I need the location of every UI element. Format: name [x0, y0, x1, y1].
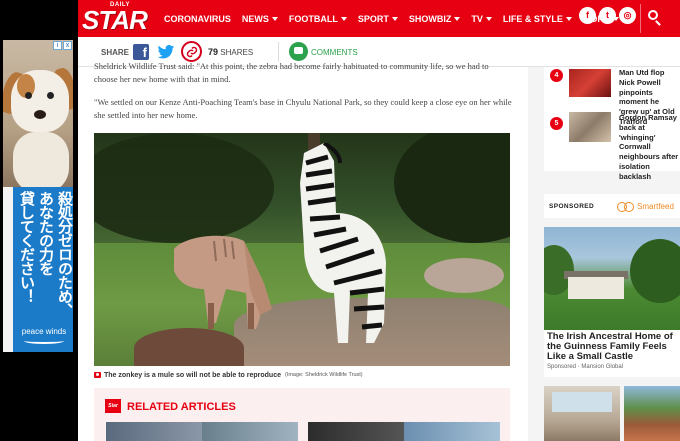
nav-label: SHOWBIZ — [408, 13, 452, 24]
nav-coronavirus[interactable]: CORONAVIRUS — [164, 14, 231, 24]
share-count-number: 79 — [208, 47, 219, 57]
ad-logo-text: peace winds — [21, 327, 67, 336]
nav-showbiz[interactable]: SHOWBIZ — [409, 14, 461, 24]
chevron-down-icon — [271, 16, 278, 21]
nav-label: LIFE & STYLE — [502, 13, 563, 24]
ad-puppy-image — [3, 40, 73, 187]
chevron-down-icon — [454, 16, 461, 21]
promo-thumb[interactable] — [544, 386, 620, 441]
sponsored-promo[interactable]: The Irish Ancestral Home of the Guinness… — [544, 227, 680, 377]
smartfeed-logo[interactable]: Smartfeed — [617, 201, 674, 212]
site-logo[interactable]: DAILY STAR — [82, 2, 148, 35]
trending-thumb — [569, 112, 611, 142]
share-label: SHARE — [101, 48, 130, 57]
social-links: f t ◎ — [579, 7, 636, 24]
nav-life-style[interactable]: LIFE & STYLE — [503, 14, 572, 24]
top-navbar: DAILY STAR CORONAVIRUS NEWS FOOTBALL SPO… — [78, 0, 680, 37]
smartfeed-icon — [617, 201, 635, 212]
chevron-down-icon — [391, 16, 398, 21]
nav-label: SPORT — [357, 13, 389, 24]
trending-item[interactable]: 5 Gordon Ramsay back at 'whinging' Cornw… — [544, 112, 680, 181]
promo-thumb[interactable] — [624, 386, 680, 441]
promo-image[interactable] — [544, 227, 680, 330]
copy-link-icon[interactable] — [181, 41, 202, 62]
search-icon[interactable] — [646, 8, 666, 28]
nav-tv[interactable]: TV — [471, 14, 492, 24]
shares-label: SHARES — [220, 48, 254, 57]
twitter-share-icon[interactable] — [157, 43, 175, 61]
smartfeed-text: Smartfeed — [637, 201, 674, 211]
article-paragraph: Sheldrick Wildlife Trust said: "At this … — [94, 61, 489, 84]
star-logo-icon: Star — [105, 399, 121, 413]
camera-icon — [94, 372, 101, 378]
comments-link[interactable]: COMMENTS — [311, 48, 358, 57]
share-divider — [278, 42, 279, 62]
photo-caption: The zonkey is a mule so will not be able… — [94, 368, 510, 382]
ad-jp-line-3: 貸してください！ — [18, 191, 36, 303]
article-photo-zonkey-zebra[interactable] — [94, 133, 510, 366]
nav-divider — [640, 4, 641, 33]
trending-rank: 5 — [550, 117, 563, 130]
sponsored-header: SPONSORED Smartfeed — [544, 194, 680, 218]
related-articles-heading: RELATED ARTICLES — [127, 401, 236, 413]
ad-logo: peace winds — [21, 327, 67, 349]
article-body: Sheldrick Wildlife Trust said: "At this … — [78, 61, 528, 441]
ad-jp-line-1: 殺処分ゼロのため、 — [56, 191, 73, 317]
nav-label: CORONAVIRUS — [164, 13, 231, 24]
related-thumb[interactable] — [404, 422, 500, 441]
trending-list: 4 Man Utd flop Nick Powell pinpoints mom… — [544, 67, 680, 181]
logo-star-text: STAR — [82, 5, 148, 35]
share-count: 79 SHARES — [208, 47, 253, 57]
nav-news[interactable]: NEWS — [242, 14, 278, 24]
sidebar: 4 Man Utd flop Nick Powell pinpoints mom… — [544, 67, 680, 441]
related-articles: Star RELATED ARTICLES — [94, 388, 510, 441]
ad-jp-line-2: あなたの力を — [37, 191, 55, 275]
promo-thumbnails — [544, 386, 680, 441]
trending-rank: 4 — [550, 69, 563, 82]
ad-japanese-text: 殺処分ゼロのため、 あなたの力を 貸してください！ — [15, 191, 73, 321]
trending-item[interactable]: 4 Man Utd flop Nick Powell pinpoints mom… — [544, 67, 680, 126]
nav-football[interactable]: FOOTBALL — [289, 14, 347, 24]
chevron-down-icon — [565, 16, 572, 21]
related-thumb[interactable] — [308, 422, 404, 441]
sponsored-label: SPONSORED — [549, 203, 595, 210]
facebook-share-icon[interactable]: f — [133, 44, 149, 60]
photo-credit: (Image: Sheldrick Wildlife Trust) — [284, 372, 363, 378]
chevron-down-icon — [340, 16, 347, 21]
browser-viewport: i x 殺処分ゼロのため、 あなたの力を 貸してください！ peace wind… — [0, 0, 680, 441]
article-paragraph: "We settled on our Kenze Anti-Poaching T… — [94, 97, 512, 120]
promo-meta: Sponsored · Mansion Global — [547, 364, 624, 370]
chevron-down-icon — [485, 16, 492, 21]
zebra-figure — [300, 143, 386, 343]
twitter-icon[interactable]: t — [599, 7, 616, 24]
nav-sport[interactable]: SPORT — [358, 14, 398, 24]
caption-text: The zonkey is a mule so will not be able… — [104, 371, 281, 379]
nav-label: FOOTBALL — [288, 13, 338, 24]
trending-title[interactable]: Gordon Ramsay back at 'whinging' Cornwal… — [619, 113, 679, 182]
ad-controls[interactable]: i x — [53, 41, 72, 50]
instagram-icon[interactable]: ◎ — [619, 7, 636, 24]
related-thumb[interactable] — [106, 422, 202, 441]
main-nav: CORONAVIRUS NEWS FOOTBALL SPORT SHOWBIZ … — [164, 0, 619, 37]
ad-close-icon[interactable]: x — [63, 41, 72, 50]
left-advert[interactable]: i x 殺処分ゼロのため、 あなたの力を 貸してください！ peace wind… — [3, 40, 73, 352]
nav-label: NEWS — [241, 13, 269, 24]
ad-text-panel: 殺処分ゼロのため、 あなたの力を 貸してください！ peace winds — [3, 187, 73, 352]
ad-info-icon[interactable]: i — [53, 41, 62, 50]
trending-thumb — [569, 69, 611, 97]
zonkey-figure — [174, 235, 272, 329]
page: DAILY STAR CORONAVIRUS NEWS FOOTBALL SPO… — [78, 0, 680, 441]
promo-title[interactable]: The Irish Ancestral Home of the Guinness… — [547, 332, 680, 362]
comment-icon[interactable] — [289, 42, 308, 61]
related-thumb[interactable] — [202, 422, 298, 441]
nav-label: TV — [471, 13, 483, 24]
facebook-icon[interactable]: f — [579, 7, 596, 24]
